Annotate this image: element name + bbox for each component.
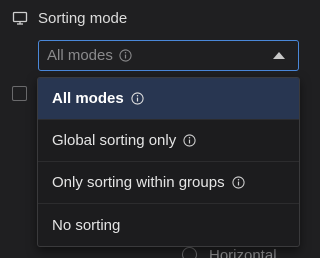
menu-item-only-sorting-within-groups[interactable]: Only sorting within groups — [38, 162, 299, 204]
info-icon[interactable] — [119, 49, 132, 62]
monitor-icon — [12, 11, 28, 25]
info-icon[interactable] — [183, 134, 196, 147]
info-icon[interactable] — [131, 92, 144, 105]
section-header: Sorting mode — [12, 8, 127, 28]
menu-item-global-sorting-only[interactable]: Global sorting only — [38, 120, 299, 162]
sorting-settings-panel: Sorting mode Horizontal All modes All mo… — [0, 0, 312, 258]
menu-item-label: No sorting — [52, 216, 121, 234]
info-icon[interactable] — [232, 176, 245, 189]
sorting-mode-dropdown: All modes Global sorting only Only sorti… — [37, 77, 300, 247]
menu-item-label: Global sorting only — [52, 132, 177, 149]
background-checkbox[interactable] — [12, 86, 27, 101]
menu-item-no-sorting[interactable]: No sorting — [38, 204, 299, 246]
menu-item-label: All modes — [52, 90, 124, 107]
select-value: All modes — [47, 47, 113, 64]
menu-item-label: Only sorting within groups — [52, 174, 225, 191]
background-radio[interactable] — [182, 247, 197, 258]
section-title: Sorting mode — [38, 9, 128, 27]
chevron-up-icon[interactable] — [273, 52, 285, 59]
menu-item-all-modes[interactable]: All modes — [38, 78, 299, 120]
background-radio-label: Horizontal — [209, 247, 277, 258]
sorting-mode-select[interactable]: All modes — [38, 40, 299, 71]
